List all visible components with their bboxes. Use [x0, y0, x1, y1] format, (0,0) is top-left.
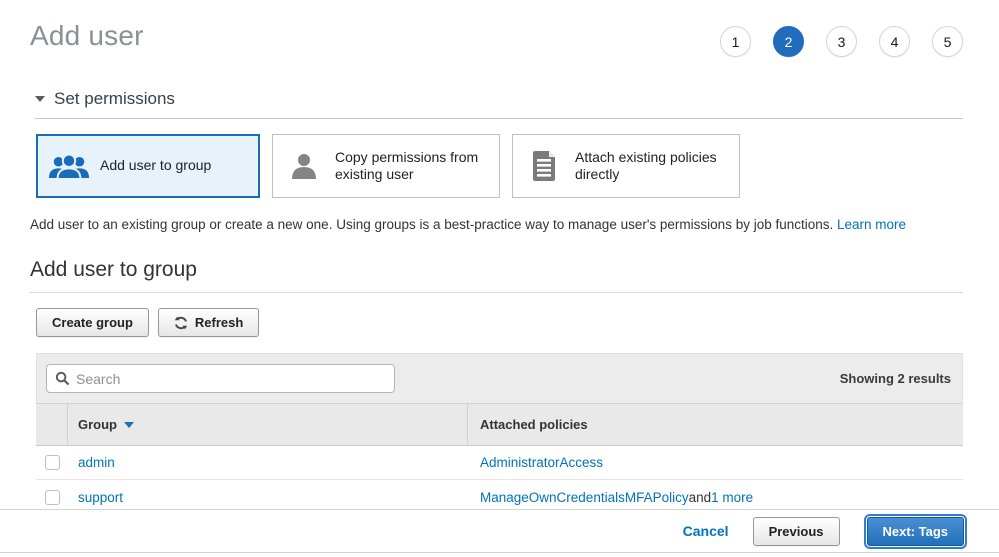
group-toolbar: Create group Refresh [36, 308, 963, 337]
table-header-row: Group Attached policies [36, 404, 963, 446]
step-1: 1 [720, 26, 751, 57]
create-group-button[interactable]: Create group [36, 308, 149, 337]
table-search-bar: Showing 2 results [36, 353, 963, 404]
refresh-icon [174, 316, 188, 330]
next-label: Next: Tags [883, 524, 949, 539]
row-checkbox[interactable] [45, 455, 60, 470]
page-header: Add user 1 2 3 4 5 [30, 0, 963, 57]
step-2-active: 2 [773, 26, 804, 57]
section-description: Add user to an existing group or create … [30, 217, 963, 232]
card-label: Attach existing policies directly [575, 149, 739, 184]
learn-more-link[interactable]: Learn more [837, 217, 906, 232]
page-title: Add user [30, 20, 144, 52]
more-policies-link[interactable]: 1 more [711, 490, 753, 505]
step-5: 5 [932, 26, 963, 57]
previous-label: Previous [769, 524, 824, 539]
refresh-button[interactable]: Refresh [158, 308, 259, 337]
permission-option-cards: Add user to group Copy permissions from … [36, 134, 963, 198]
card-copy-permissions[interactable]: Copy permissions from existing user [272, 134, 500, 198]
description-text: Add user to an existing group or create … [30, 217, 833, 232]
card-attach-policies[interactable]: Attach existing policies directly [512, 134, 740, 198]
group-link[interactable]: support [78, 490, 123, 505]
search-box[interactable] [46, 364, 395, 393]
policy-link[interactable]: AdministratorAccess [480, 455, 603, 470]
sort-descending-icon[interactable] [124, 422, 134, 428]
header-checkbox-cell [36, 404, 68, 445]
next-tags-button[interactable]: Next: Tags [867, 517, 965, 546]
table-row-admin: admin AdministratorAccess [36, 446, 963, 480]
wizard-steps: 1 2 3 4 5 [720, 26, 963, 57]
search-input[interactable] [76, 371, 386, 387]
policy-link[interactable]: ManageOwnCredentialsMFAPolicy [480, 490, 689, 505]
collapse-caret-icon [35, 96, 45, 102]
document-icon [513, 150, 575, 182]
groups-table: Showing 2 results Group Attached policie… [36, 353, 963, 515]
column-header-attached-policies[interactable]: Attached policies [480, 417, 588, 432]
create-group-label: Create group [52, 315, 133, 330]
set-permissions-header[interactable]: Set permissions [35, 89, 963, 119]
row-checkbox[interactable] [45, 490, 60, 505]
step-3: 3 [826, 26, 857, 57]
search-icon [55, 371, 70, 386]
cancel-button[interactable]: Cancel [683, 523, 729, 539]
next-button-focus-ring: Next: Tags [864, 514, 968, 549]
group-link[interactable]: admin [78, 455, 115, 470]
refresh-label: Refresh [195, 315, 243, 330]
card-label: Copy permissions from existing user [335, 149, 499, 184]
step-4: 4 [879, 26, 910, 57]
previous-button[interactable]: Previous [753, 517, 840, 546]
card-add-user-to-group[interactable]: Add user to group [36, 134, 260, 198]
column-header-group[interactable]: Group [78, 417, 117, 432]
card-label: Add user to group [100, 157, 219, 175]
wizard-footer: Cancel Previous Next: Tags [0, 509, 999, 553]
set-permissions-title: Set permissions [54, 89, 175, 109]
results-count: Showing 2 results [840, 371, 953, 386]
policy-connector: and [689, 490, 712, 505]
user-icon [273, 151, 335, 181]
user-group-icon [38, 153, 100, 180]
group-section-title: Add user to group [30, 258, 963, 293]
